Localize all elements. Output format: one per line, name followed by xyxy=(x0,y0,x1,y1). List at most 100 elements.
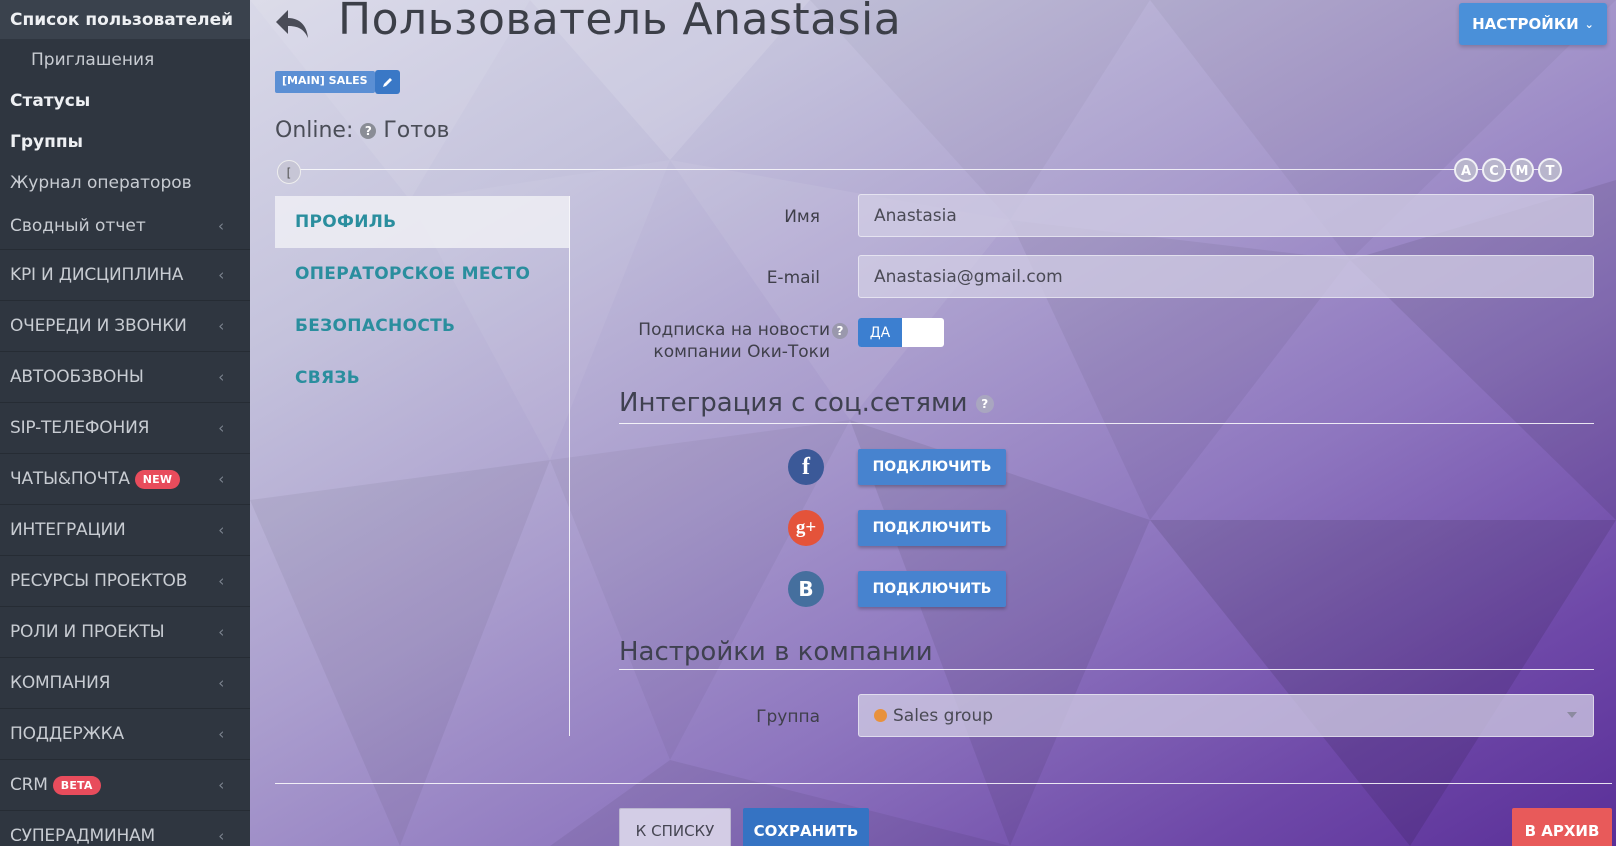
name-field[interactable]: Anastasia xyxy=(858,194,1594,237)
sidebar-item-integrations[interactable]: ИНТЕГРАЦИИ ‹ xyxy=(0,504,250,555)
edit-tag-button[interactable] xyxy=(375,70,400,94)
email-field[interactable]: Anastasia@gmail.com xyxy=(858,255,1594,298)
beta-badge: BETA xyxy=(52,775,101,795)
sidebar-item-chats[interactable]: ЧАТЫ&ПОЧТА NEW ‹ xyxy=(0,453,250,504)
sidebar-item-queues[interactable]: ОЧЕРЕДИ И ЗВОНКИ ‹ xyxy=(0,300,250,351)
google-plus-icon: g+ xyxy=(788,510,824,546)
save-button[interactable]: СОХРАНИТЬ xyxy=(743,808,869,846)
sidebar-item-support[interactable]: ПОДДЕРЖКА ‹ xyxy=(0,708,250,759)
footer-divider xyxy=(275,783,1612,784)
sidebar-item-label: ПОДДЕРЖКА xyxy=(10,724,124,744)
sidebar-item-label: АВТООБЗВОНЫ xyxy=(10,367,144,387)
sidebar-item-label: ОЧЕРЕДИ И ЗВОНКИ xyxy=(10,316,187,336)
section-divider xyxy=(619,669,1594,670)
sidebar-item-users-list[interactable]: Список пользователей xyxy=(0,0,250,39)
sidebar-item-label: Список пользователей xyxy=(10,9,234,30)
chevron-down-icon: ⌄ xyxy=(1584,17,1594,31)
main-content: Пользователь Anastasia НАСТРОЙКИ ⌄ [MAIN… xyxy=(250,0,1616,846)
tab-security[interactable]: БЕЗОПАСНОСТЬ xyxy=(275,300,569,352)
dropdown-caret-icon xyxy=(1567,712,1577,718)
profile-tabs: ПРОФИЛЬ ОПЕРАТОРСКОЕ МЕСТО БЕЗОПАСНОСТЬ … xyxy=(275,196,570,736)
help-icon[interactable]: ? xyxy=(360,123,377,139)
sidebar-item-label: ИНТЕГРАЦИИ xyxy=(10,520,126,540)
tab-operator-workplace[interactable]: ОПЕРАТОРСКОЕ МЕСТО xyxy=(275,248,569,300)
sidebar-item-label: Сводный отчет xyxy=(10,216,146,236)
sidebar-item-label: CRM xyxy=(10,775,48,795)
toggle-on-label: ДА xyxy=(858,318,902,347)
subscription-label: Подписка на новости компании Оки-Токи xyxy=(590,320,830,362)
new-badge: NEW xyxy=(134,469,181,489)
online-status-value: Готов xyxy=(383,118,450,143)
sidebar-item-label: РОЛИ И ПРОЕКТЫ xyxy=(10,622,165,642)
sidebar-item-label: КОМПАНИЯ xyxy=(10,673,111,693)
timeline xyxy=(287,169,1562,170)
connect-google-button[interactable]: ПОДКЛЮЧИТЬ xyxy=(858,510,1006,546)
sidebar-item-label: KPI И ДИСЦИПЛИНА xyxy=(10,265,184,285)
settings-dropdown-button[interactable]: НАСТРОЙКИ ⌄ xyxy=(1459,3,1607,45)
chevron-left-icon: ‹ xyxy=(218,470,224,488)
sidebar-item-label: Приглашения xyxy=(31,49,155,70)
timeline-start-marker[interactable]: [ xyxy=(277,160,301,184)
section-divider xyxy=(619,423,1594,424)
vk-icon: B xyxy=(788,571,824,607)
facebook-icon: f xyxy=(788,449,824,485)
help-icon[interactable]: ? xyxy=(975,394,994,413)
sidebar-item-statuses[interactable]: Статусы xyxy=(0,80,250,121)
sidebar-item-label: Журнал операторов xyxy=(10,172,192,193)
connect-facebook-button[interactable]: ПОДКЛЮЧИТЬ xyxy=(858,449,1006,485)
sidebar-item-groups[interactable]: Группы xyxy=(0,121,250,162)
back-to-list-button[interactable]: К СПИСКУ xyxy=(619,808,731,846)
sidebar-item-kpi[interactable]: KPI И ДИСЦИПЛИНА ‹ xyxy=(0,249,250,300)
group-select-value: Sales group xyxy=(893,705,994,726)
sidebar-item-label: Группы xyxy=(10,131,83,152)
sidebar-item-label: SIP-ТЕЛЕФОНИЯ xyxy=(10,418,150,438)
sidebar-item-summary-report[interactable]: Сводный отчет ‹ xyxy=(0,203,250,249)
timeline-marker[interactable]: C xyxy=(1482,158,1506,182)
sidebar-item-resources[interactable]: РЕСУРСЫ ПРОЕКТОВ ‹ xyxy=(0,555,250,606)
chevron-left-icon: ‹ xyxy=(218,827,224,845)
sidebar-item-label: РЕСУРСЫ ПРОЕКТОВ xyxy=(10,571,188,591)
sidebar-item-roles[interactable]: РОЛИ И ПРОЕКТЫ ‹ xyxy=(0,606,250,657)
timeline-marker[interactable]: A xyxy=(1454,158,1478,182)
page-title: Пользователь Anastasia xyxy=(338,0,902,45)
chevron-left-icon: ‹ xyxy=(218,419,224,437)
sidebar: Список пользователей Приглашения Статусы… xyxy=(0,0,250,846)
sidebar-item-operators-log[interactable]: Журнал операторов xyxy=(0,162,250,203)
group-select[interactable]: Sales group xyxy=(858,694,1594,737)
chevron-left-icon: ‹ xyxy=(218,776,224,794)
project-tag: [MAIN] SALES xyxy=(275,71,375,93)
tab-profile[interactable]: ПРОФИЛЬ xyxy=(275,196,569,248)
email-label: E-mail xyxy=(766,268,820,288)
chevron-left-icon: ‹ xyxy=(218,317,224,335)
online-label: Online: xyxy=(275,118,354,143)
chevron-left-icon: ‹ xyxy=(218,521,224,539)
sidebar-item-label: ЧАТЫ&ПОЧТА xyxy=(10,469,130,489)
sidebar-item-invitations[interactable]: Приглашения xyxy=(0,39,250,80)
timeline-marker[interactable]: T xyxy=(1538,158,1562,182)
sidebar-item-crm[interactable]: CRM BETA ‹ xyxy=(0,759,250,810)
name-label: Имя xyxy=(784,207,820,227)
tab-connection[interactable]: СВЯЗЬ xyxy=(275,352,569,404)
chevron-left-icon: ‹ xyxy=(218,674,224,692)
timeline-marker[interactable]: M xyxy=(1510,158,1534,182)
sidebar-item-sip[interactable]: SIP-ТЕЛЕФОНИЯ ‹ xyxy=(0,402,250,453)
sidebar-item-autocalls[interactable]: АВТООБЗВОНЫ ‹ xyxy=(0,351,250,402)
archive-button[interactable]: В АРХИВ xyxy=(1512,808,1612,846)
back-arrow-icon[interactable] xyxy=(272,4,312,44)
subscription-label-line1: Подписка на новости xyxy=(638,320,830,340)
sidebar-item-superadmins[interactable]: СУПЕРАДМИНАМ ‹ xyxy=(0,810,250,846)
help-icon[interactable]: ? xyxy=(832,323,848,339)
company-section-title: Настройки в компании xyxy=(619,637,933,667)
sidebar-item-label: Статусы xyxy=(10,90,91,111)
subscription-toggle[interactable]: ДА xyxy=(858,318,944,347)
connect-vk-button[interactable]: ПОДКЛЮЧИТЬ xyxy=(858,571,1006,607)
chevron-left-icon: ‹ xyxy=(218,572,224,590)
group-label: Группа xyxy=(756,707,820,727)
chevron-left-icon: ‹ xyxy=(218,266,224,284)
settings-label: НАСТРОЙКИ xyxy=(1472,15,1579,33)
sidebar-item-company[interactable]: КОМПАНИЯ ‹ xyxy=(0,657,250,708)
chevron-left-icon: ‹ xyxy=(218,368,224,386)
pencil-icon xyxy=(382,78,392,87)
chevron-left-icon: ‹ xyxy=(218,217,224,235)
group-color-dot xyxy=(874,709,887,722)
